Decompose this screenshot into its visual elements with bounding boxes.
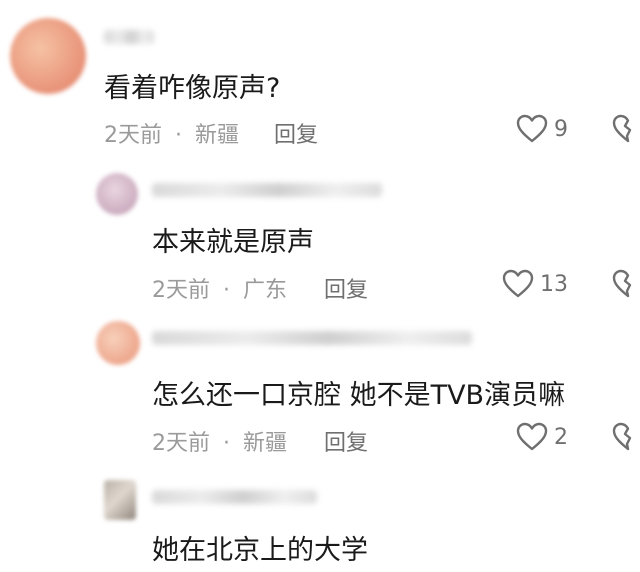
meta-separator: · — [175, 123, 182, 148]
avatar[interactable] — [10, 18, 86, 94]
username[interactable] — [152, 183, 382, 197]
comment-location: 新疆 — [195, 123, 240, 148]
username[interactable] — [152, 331, 472, 345]
comment-meta: 2天前 · 新疆 — [152, 425, 287, 457]
like-button[interactable]: 2 — [516, 422, 568, 452]
reply-item: 她在北京上的大学 — [0, 470, 640, 572]
reply-item: 本来就是原声 2天前 · 广东 回复 13 — [0, 165, 640, 315]
meta-separator: · — [223, 278, 230, 303]
comment-meta: 2天前 · 广东 — [152, 272, 287, 304]
like-button[interactable]: 9 — [516, 114, 568, 144]
comment-item: 看着咋像原声? 2天前 · 新疆 回复 9 — [0, 0, 640, 165]
broken-heart-icon[interactable] — [612, 114, 640, 144]
reply-button[interactable]: 回复 — [274, 117, 318, 149]
broken-heart-icon[interactable] — [612, 269, 640, 299]
username[interactable] — [104, 30, 154, 44]
comment-location: 新疆 — [243, 431, 288, 456]
comment-text: 本来就是原声 — [152, 227, 314, 258]
username[interactable] — [152, 490, 317, 504]
heart-outline-icon — [502, 269, 534, 298]
comment-text: 她在北京上的大学 — [152, 535, 368, 566]
like-count: 13 — [540, 271, 568, 297]
comment-text: 看着咋像原声? — [104, 73, 281, 104]
reply-button[interactable]: 回复 — [324, 272, 368, 304]
meta-separator: · — [223, 431, 230, 456]
like-count: 2 — [554, 424, 568, 450]
heart-outline-icon — [516, 114, 548, 143]
comment-time: 2天前 — [152, 278, 210, 303]
like-button[interactable]: 13 — [502, 269, 568, 299]
broken-heart-icon[interactable] — [612, 422, 640, 452]
avatar[interactable] — [104, 480, 136, 520]
reply-item: 怎么还一口京腔 她不是TVB演员嘛 2天前 · 新疆 回复 2 — [0, 315, 640, 470]
comment-text: 怎么还一口京腔 她不是TVB演员嘛 — [152, 380, 566, 411]
comment-location: 广东 — [243, 278, 288, 303]
heart-outline-icon — [516, 422, 548, 451]
reply-button[interactable]: 回复 — [324, 425, 368, 457]
comment-time: 2天前 — [152, 431, 210, 456]
avatar[interactable] — [96, 173, 138, 215]
comment-time: 2天前 — [104, 123, 162, 148]
avatar[interactable] — [96, 321, 140, 365]
comment-meta: 2天前 · 新疆 — [104, 117, 239, 149]
like-count: 9 — [554, 116, 568, 142]
